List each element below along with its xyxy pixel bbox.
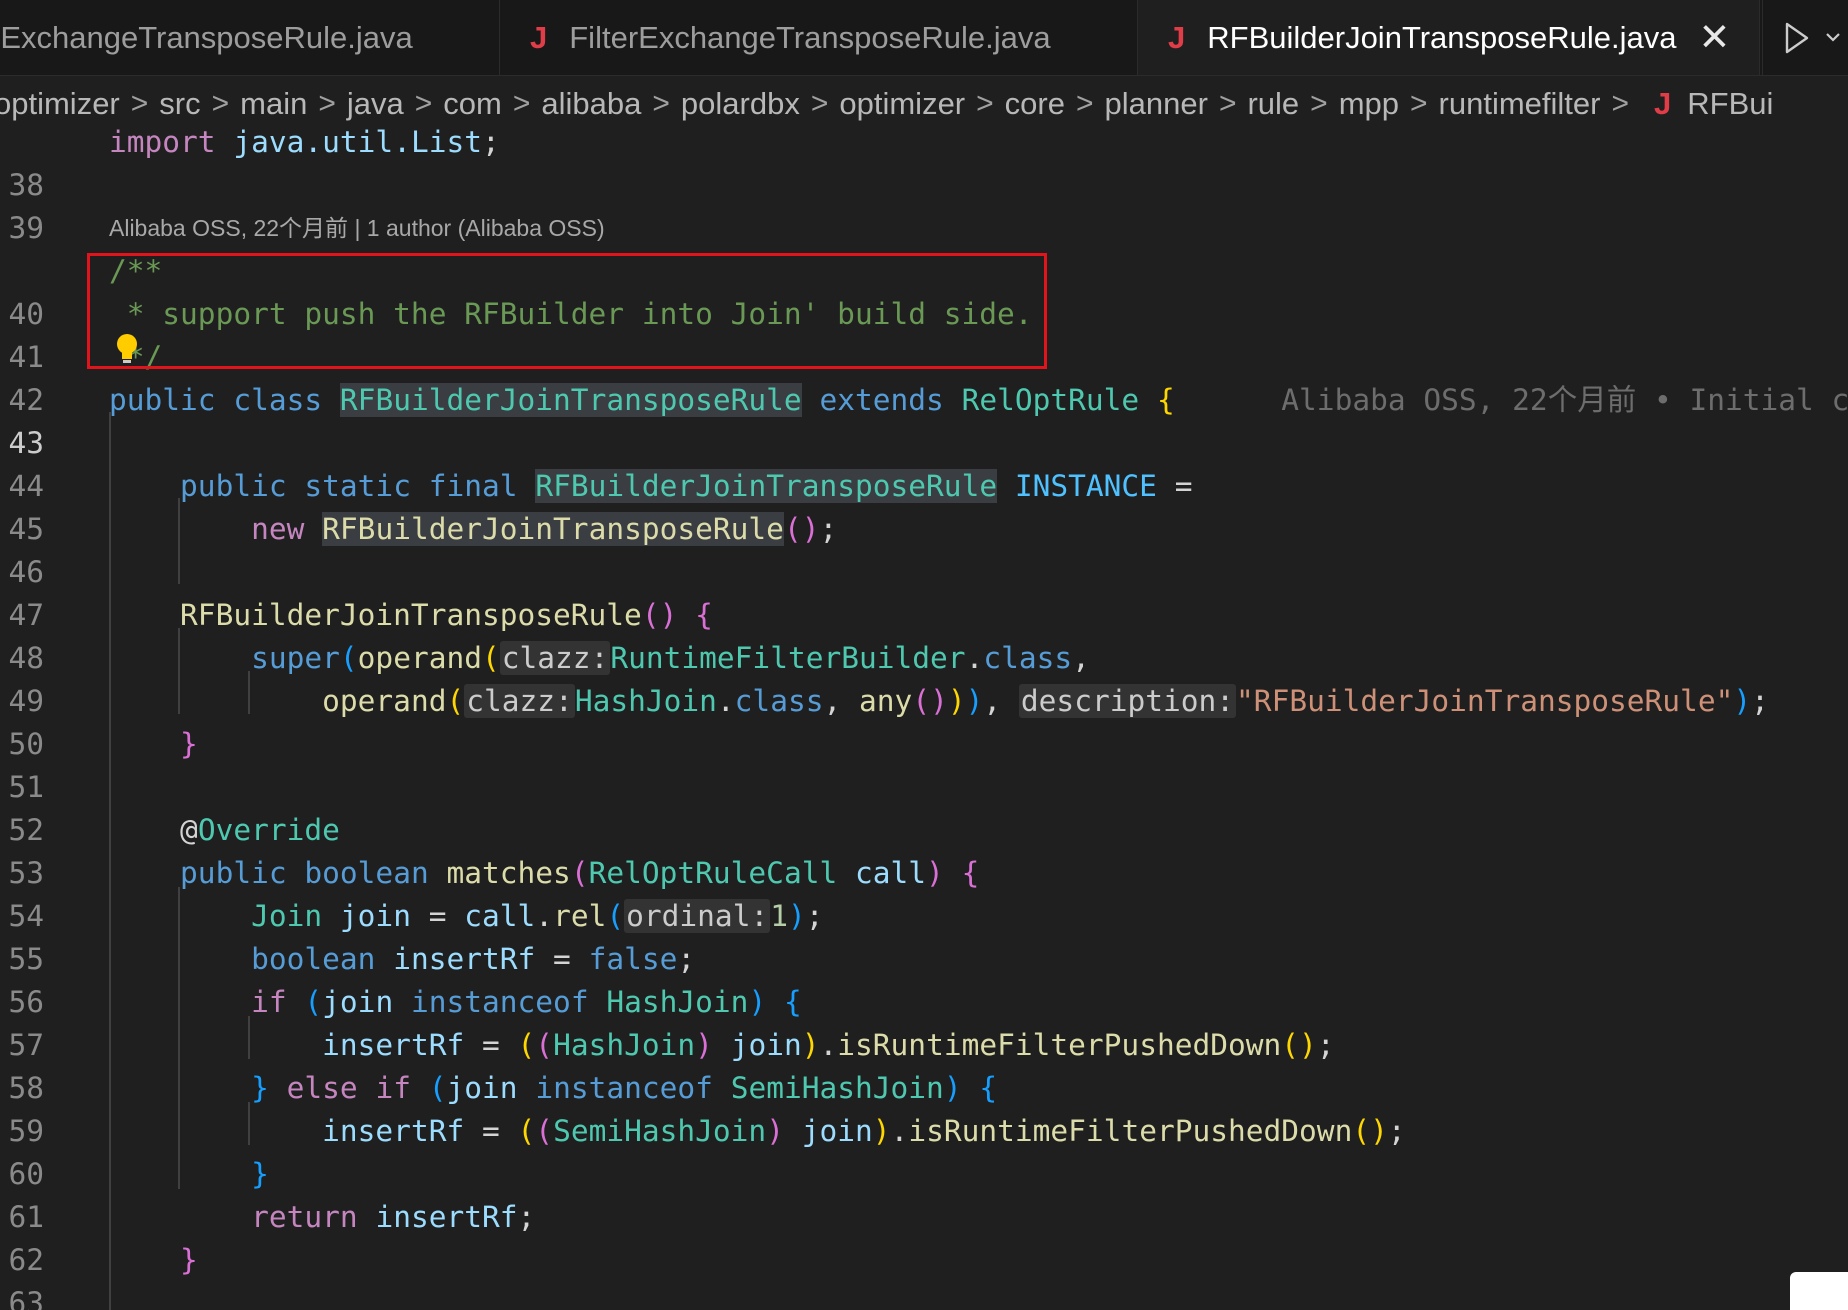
code-line: 64	[0, 1282, 1848, 1310]
code-line: 59 } else if (join instanceof SemiHashJo…	[0, 1067, 1848, 1148]
breadcrumb-item[interactable]: runtimefilter	[1439, 86, 1601, 122]
chevron-right-icon: >	[211, 87, 230, 120]
chevron-right-icon: >	[512, 87, 531, 120]
tab-rexchange-transpose-rule[interactable]: rExchangeTransposeRule.java	[0, 0, 500, 75]
breadcrumb-item[interactable]: optimizer	[839, 86, 965, 122]
code-line: 60 insertRf = ((SemiHashJoin) join).isRu…	[0, 1110, 1848, 1191]
code-line: 46 new RFBuilderJoinTransposeRule();	[0, 508, 1848, 589]
line-number: 39	[8, 211, 44, 245]
breadcrumb-item[interactable]: optimizer	[0, 86, 120, 122]
code-line: 63 }	[0, 1239, 1848, 1310]
close-icon[interactable]: ✕	[1699, 15, 1731, 60]
chevron-right-icon: >	[976, 87, 994, 120]
breadcrumb-item[interactable]: src	[159, 86, 200, 122]
code-line: 50 operand(clazz:HashJoin.class, any()))…	[0, 680, 1848, 761]
lightbulb-icon[interactable]	[114, 332, 140, 366]
editor-tab-bar: rExchangeTransposeRule.java J FilterExch…	[0, 0, 1848, 76]
java-file-icon: J	[1168, 19, 1186, 55]
tab-label: rExchangeTransposeRule.java	[0, 19, 413, 55]
chevron-right-icon: >	[1218, 87, 1237, 120]
breadcrumb-item[interactable]: RFBui	[1687, 86, 1773, 122]
code-line: 47	[0, 551, 1848, 632]
breadcrumb-item[interactable]: polardbx	[681, 86, 800, 122]
run-button[interactable]	[1762, 0, 1848, 75]
chevron-right-icon: >	[414, 87, 433, 120]
breadcrumb-item[interactable]: com	[443, 86, 502, 122]
codelens-blame[interactable]: Alibaba OSS, 22个月前 | 1 author (Alibaba O…	[109, 209, 605, 243]
code-line: 57 if (join instanceof HashJoin) {	[0, 981, 1848, 1062]
breadcrumb-item[interactable]: alibaba	[541, 86, 641, 122]
chevron-right-icon: >	[1310, 87, 1328, 120]
code-line: 48 RFBuilderJoinTransposeRule() {	[0, 594, 1848, 675]
code-line: 45 public static final RFBuilderJoinTran…	[0, 465, 1848, 546]
chevron-down-icon	[1826, 32, 1840, 42]
code-line: 39	[0, 164, 1848, 245]
parameter-hint: clazz:	[464, 684, 575, 718]
code-line: 58 insertRf = ((HashJoin) join).isRuntim…	[0, 1024, 1848, 1105]
code-line: 49 super(operand(clazz:RuntimeFilterBuil…	[0, 637, 1848, 718]
code-line: 62 return insertRf;	[0, 1196, 1848, 1277]
chevron-right-icon: >	[1075, 87, 1094, 120]
code-line: 51 }	[0, 723, 1848, 804]
parameter-hint: ordinal:	[624, 899, 771, 933]
code-line: 44	[0, 422, 1848, 503]
code-line: 53 @Override	[0, 809, 1848, 890]
inline-blame[interactable]: Alibaba OSS, 22个月前 • Initial comm	[1281, 383, 1848, 417]
annotation-highlight-box	[87, 253, 1047, 369]
chevron-right-icon: >	[810, 87, 829, 120]
chevron-right-icon: >	[318, 87, 336, 120]
breadcrumb-item[interactable]: main	[240, 86, 307, 122]
code-line: 56 boolean insertRf = false;	[0, 938, 1848, 1019]
code-line: 61 }	[0, 1153, 1848, 1234]
breadcrumb-item[interactable]: core	[1005, 86, 1065, 122]
chevron-right-icon: >	[1410, 87, 1428, 120]
tab-rfbuilder-join-transpose-rule[interactable]: J RFBuilderJoinTransposeRule.java ✕	[1138, 0, 1760, 75]
chevron-right-icon: >	[1611, 87, 1630, 120]
java-file-icon: J	[1654, 86, 1672, 121]
play-icon	[1785, 22, 1840, 53]
parameter-hint: description:	[1018, 684, 1237, 718]
chevron-right-icon: >	[130, 87, 149, 120]
parameter-hint: clazz:	[499, 641, 611, 675]
code-line: 52	[0, 766, 1848, 847]
java-file-icon: J	[530, 19, 548, 55]
overlay-widget[interactable]	[1790, 1272, 1848, 1310]
code-line: 43 public class RFBuilderJoinTransposeRu…	[0, 379, 1848, 460]
code-line: 55 Join join = call.rel(ordinal:1);	[0, 895, 1848, 976]
breadcrumb-item[interactable]: planner	[1105, 86, 1208, 122]
tab-label: RFBuilderJoinTransposeRule.java	[1207, 19, 1677, 55]
tab-label: FilterExchangeTransposeRule.java	[569, 19, 1051, 55]
code-editor[interactable]: 38 import java.util.List; 39 Alibaba OSS…	[0, 121, 1848, 1310]
breadcrumb-item[interactable]: java	[347, 86, 404, 122]
chevron-right-icon: >	[652, 87, 670, 120]
breadcrumb-item[interactable]: mpp	[1339, 86, 1399, 122]
code-line: 38 import java.util.List;	[0, 121, 1848, 202]
breadcrumb-item[interactable]: rule	[1247, 86, 1299, 122]
code-line: 54 public boolean matches(RelOptRuleCall…	[0, 852, 1848, 933]
tab-filter-exchange-transpose-rule[interactable]: J FilterExchangeTransposeRule.java	[500, 0, 1138, 75]
